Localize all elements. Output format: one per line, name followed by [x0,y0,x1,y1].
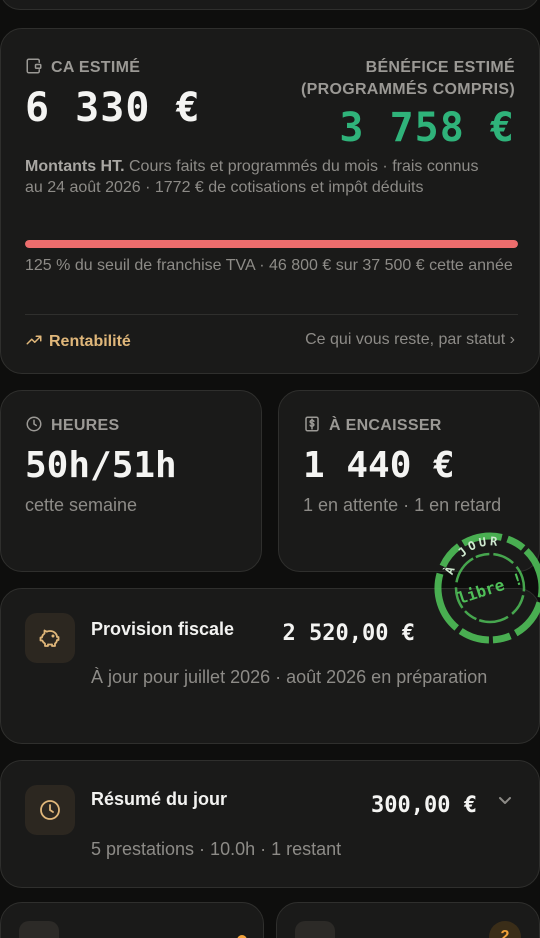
dollar-doc-icon [303,415,321,433]
hours-value: 50h/51h [25,445,177,486]
hours-card[interactable]: HEURES 50h/51h cette semaine [0,390,262,572]
chevron-down-icon[interactable] [497,793,513,809]
hours-label: HEURES [25,415,119,435]
clock-icon [25,785,75,835]
to-collect-value: 1 440 € [303,445,455,486]
tva-note: 125 % du seuil de franchise TVA · 46 800… [25,257,513,274]
tva-progress-bar [25,240,518,248]
stamp-center-text: libre ! [455,569,525,608]
resume-du-jour-card[interactable]: Résumé du jour 300,00 € 5 prestations · … [0,760,540,888]
ca-label: CA ESTIMÉ [25,57,140,77]
a-jour-stamp: À JOUR libre ! [430,528,540,648]
bottom-left-card[interactable] [0,902,264,938]
trending-up-icon [25,331,43,349]
resume-amount: 300,00 € [371,793,477,818]
ca-value: 6 330 € [25,85,201,131]
piggy-bank-icon [25,613,75,663]
previous-card [0,0,540,10]
rentabilite-link[interactable]: Rentabilité [25,331,131,351]
hours-sub: cette semaine [25,495,138,515]
tva-progress-fill [25,240,518,248]
benefice-label: BÉNÉFICE ESTIMÉ (PROGRAMMÉS COMPRIS) [301,59,515,98]
resume-title: Résumé du jour [91,789,228,809]
benefice-value: 3 758 € [339,105,515,151]
revenue-card[interactable]: CA ESTIMÉ 6 330 € BÉNÉFICE ESTIMÉ (PROGR… [0,28,540,374]
to-collect-label: À ENCAISSER [303,415,442,435]
reste-par-statut-link[interactable]: Ce qui vous reste, par statut › [305,331,515,349]
provision-title: Provision fiscale [91,619,235,639]
doc-icon [19,921,59,938]
resume-sub: 5 prestations · 10.0h · 1 restant [91,839,342,859]
shield-icon [295,921,335,938]
count-badge: 2 [489,921,521,938]
amounts-description: Montants HT. Cours faits et programmés d… [25,156,495,198]
wallet-icon [25,57,43,75]
provision-sub: À jour pour juillet 2026 · août 2026 en … [91,667,488,687]
clock-icon [25,415,43,433]
to-collect-sub: 1 en attente · 1 en retard [303,495,502,515]
bottom-right-card[interactable]: 2 [276,902,540,938]
divider [25,314,518,315]
desc-bold: Montants HT. [25,158,125,175]
provision-amount: 2 520,00 € [282,621,415,646]
